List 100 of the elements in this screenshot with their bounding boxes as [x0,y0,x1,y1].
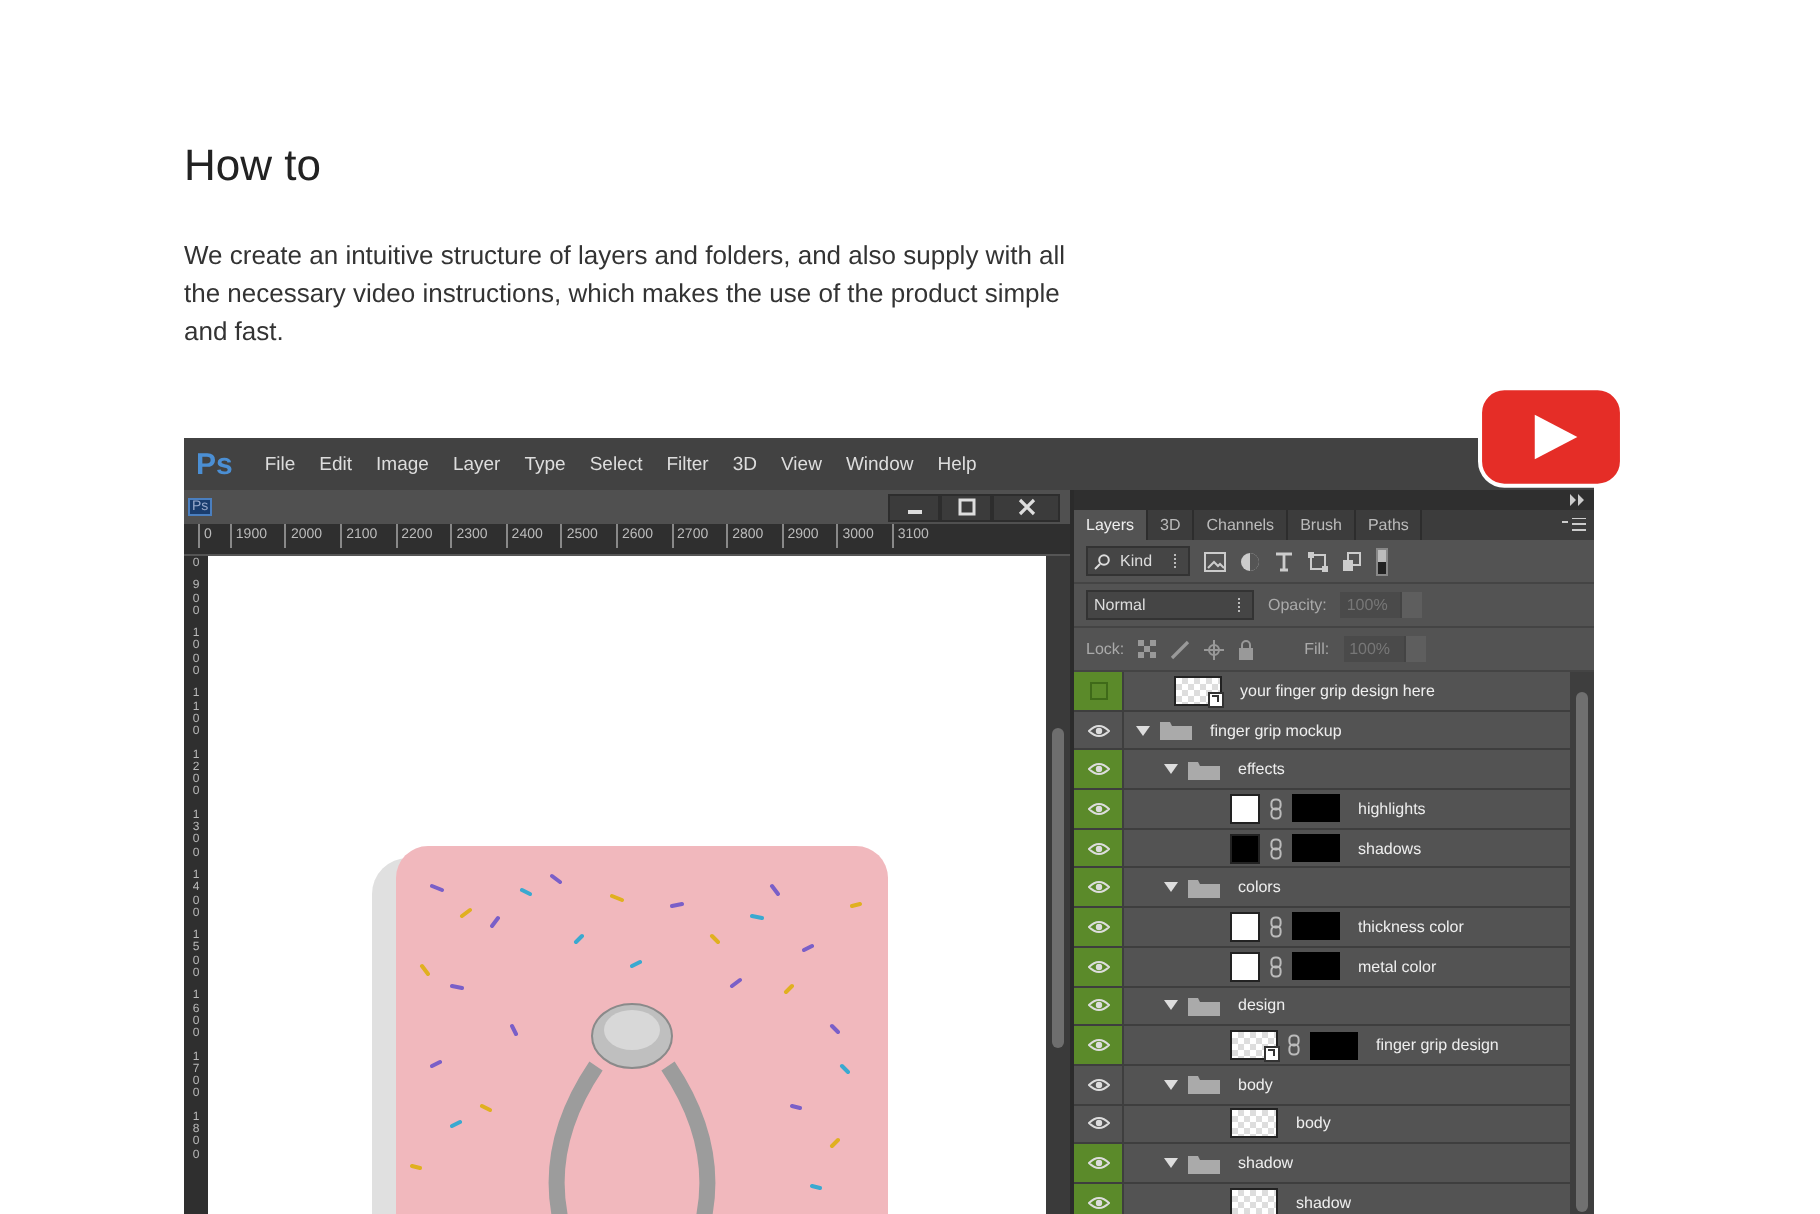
menu-item[interactable]: Image [376,453,429,475]
layer-row[interactable]: shadow [1074,1144,1570,1184]
expand-triangle-icon[interactable] [1164,1077,1178,1092]
lock-label: Lock: [1086,640,1125,658]
layer-row[interactable]: your finger grip design here [1074,672,1570,712]
shape-filter-icon[interactable] [1308,551,1328,571]
link-icon [1270,955,1282,978]
visibility-toggle[interactable] [1074,829,1124,867]
smart-object-filter-icon[interactable] [1342,551,1362,571]
folder-icon [1188,759,1220,780]
menu-item[interactable]: Help [937,453,977,475]
layer-row[interactable]: finger grip design [1074,1026,1570,1066]
panel-tab[interactable]: Channels [1194,510,1289,540]
blend-mode-dropdown[interactable]: Normal [1086,590,1254,620]
layer-thumbnail [1230,1108,1278,1139]
adjustment-filter-icon[interactable] [1240,551,1260,571]
menu-item[interactable]: View [781,453,822,475]
opacity-label: Opacity: [1268,596,1327,614]
minimize-icon [907,510,921,514]
layer-row[interactable]: highlights [1074,790,1570,830]
smart-object-icon [1264,1046,1280,1063]
layer-row[interactable]: finger grip mockup [1074,711,1570,751]
menu-item[interactable]: Edit [319,453,353,475]
layer-name: finger grip design [1376,1036,1499,1055]
app-logo: Ps [196,447,233,481]
layer-row[interactable]: shadow [1074,1183,1570,1214]
expand-triangle-icon[interactable] [1164,998,1178,1013]
image-filter-icon[interactable] [1204,551,1226,571]
eye-icon [1087,762,1109,777]
collapse-icon[interactable] [1570,494,1586,506]
empty-square-icon [1089,681,1107,700]
scrollbar[interactable] [1046,556,1070,1214]
layer-row[interactable]: effects [1074,750,1570,791]
lock-icon[interactable] [1238,639,1255,659]
fill-label: Fill: [1304,640,1330,658]
menu-item[interactable]: File [264,453,296,475]
link-icon [1270,797,1282,820]
layer-row[interactable]: colors [1074,868,1570,909]
expand-triangle-icon[interactable] [1164,880,1178,895]
play-button-icon[interactable] [1478,386,1624,488]
panel-menu-icon[interactable] [1562,518,1586,534]
move-icon[interactable] [1204,639,1225,659]
layer-name: shadow [1238,1154,1294,1173]
visibility-toggle[interactable] [1074,868,1124,907]
layer-row[interactable]: body [1074,1105,1570,1145]
panel-tab[interactable]: Layers [1074,510,1149,540]
eye-icon [1087,959,1109,974]
layer-row[interactable]: body [1074,1065,1570,1106]
link-icon [1288,1034,1300,1057]
menu-item[interactable]: Filter [666,453,709,475]
menu-item[interactable]: Window [845,453,914,475]
description: We create an intuitive structure of layers and folders, and also supply with all the necessary video instructions, which makes the use of the product simple and fast. [184,238,1068,350]
layer-name: design [1238,996,1286,1015]
layer-row[interactable]: shadows [1074,829,1570,869]
eye-icon [1087,919,1109,934]
visibility-toggle[interactable] [1074,947,1124,985]
visibility-toggle[interactable] [1074,987,1124,1025]
menu-item[interactable]: Select [589,453,643,475]
layer-name: your finger grip design here [1240,681,1435,700]
visibility-toggle[interactable] [1074,790,1124,828]
menu-item[interactable]: Type [524,453,566,475]
expand-triangle-icon[interactable] [1164,762,1178,777]
maximize-icon [957,498,975,516]
expand-triangle-icon[interactable] [1136,723,1150,738]
layer-thumbnail [1230,1187,1278,1214]
layer-name: highlights [1358,799,1426,818]
visibility-toggle[interactable] [1074,908,1124,946]
minimize-button[interactable] [888,493,940,521]
panel-tab[interactable]: Brush [1288,510,1356,540]
maximize-button[interactable] [940,493,992,521]
layer-row[interactable]: thickness color [1074,908,1570,948]
close-button[interactable] [992,493,1060,521]
eye-icon [1087,801,1109,816]
filter-toggle-icon[interactable] [1376,547,1388,575]
type-filter-icon[interactable] [1274,551,1294,571]
layer-name: metal color [1358,957,1437,976]
eye-icon [1087,1116,1109,1131]
menu-item[interactable]: 3D [732,453,758,475]
layer-row[interactable]: design [1074,987,1570,1027]
folder-icon [1188,1153,1220,1174]
menu-item[interactable]: Layer [452,453,501,475]
search-icon [1094,553,1110,569]
checkerboard-icon[interactable] [1138,640,1157,658]
layer-row[interactable]: metal color [1074,947,1570,987]
expand-triangle-icon[interactable] [1164,1156,1178,1171]
visibility-toggle[interactable] [1074,750,1124,789]
panel-tab[interactable]: Paths [1355,510,1423,540]
eye-icon [1087,723,1109,738]
visibility-toggle[interactable] [1074,1183,1124,1214]
eye-icon [1087,841,1109,856]
visibility-toggle[interactable] [1074,1026,1124,1064]
visibility-toggle[interactable] [1074,672,1124,710]
filter-dropdown[interactable]: Kind [1086,546,1190,576]
eye-icon [1087,1195,1109,1210]
brush-icon[interactable] [1170,639,1191,659]
folder-icon [1160,720,1192,741]
scrollbar[interactable] [1570,672,1594,1214]
visibility-toggle[interactable] [1074,1144,1124,1182]
eye-icon [1087,1156,1109,1171]
panel-tab[interactable]: 3D [1148,510,1195,540]
